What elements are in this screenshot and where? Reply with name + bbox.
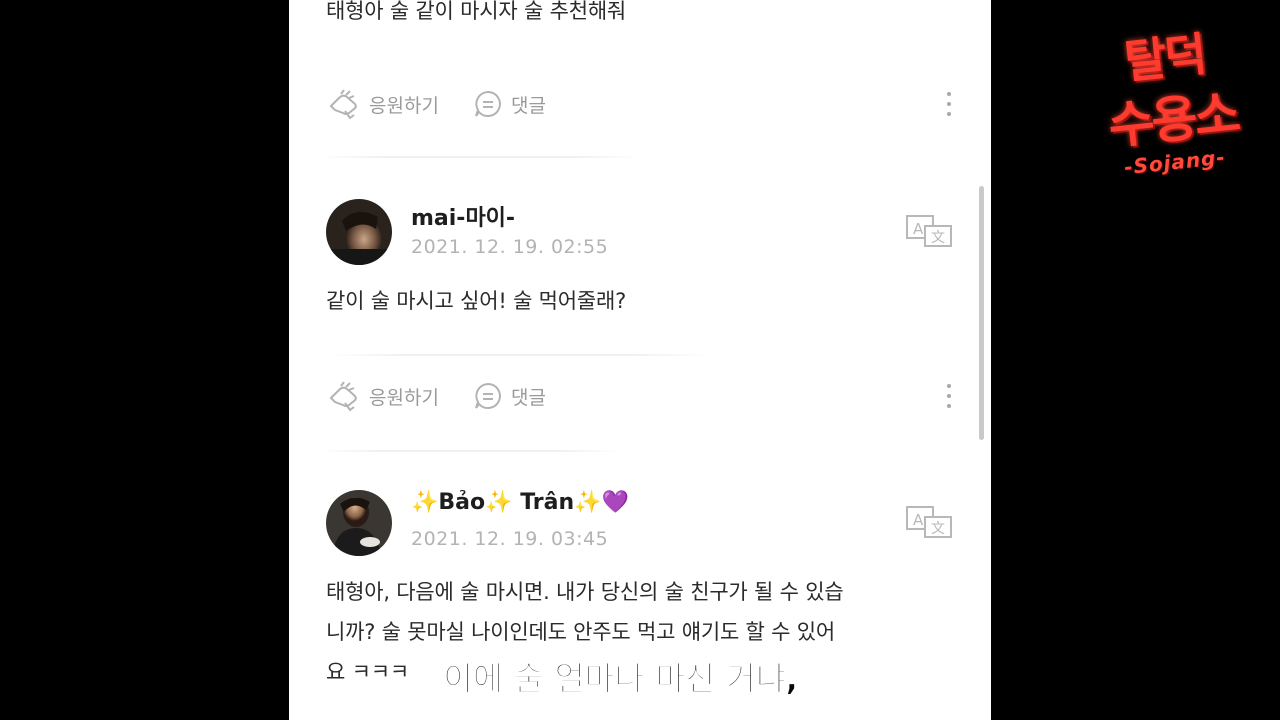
purple-heart-icon: 💜 [601,490,629,515]
cheer-label: 응원하기 [369,386,439,409]
timestamp: 2021. 12. 19. 03:45 [411,528,609,550]
comment-actions: 응원하기 댓글 [327,84,957,124]
svg-text:A: A [913,511,924,529]
sparkles-icon: ✨ [574,490,602,515]
comment-button[interactable]: 댓글 [473,376,546,416]
comment-text-line: 니까? 술 못마실 나이인데도 안주도 먹고 얘기도 할 수 있어 [326,620,835,644]
avatar[interactable] [326,490,392,556]
cheer-icon [329,381,357,412]
translate-button[interactable]: A 文 [905,505,953,539]
scrollbar[interactable] [979,186,984,440]
timestamp: 2021. 12. 19. 02:55 [411,236,609,258]
more-options-icon[interactable] [941,90,957,118]
comment-feed: 태형아 술 같이 마시자 술 추천해줘 응원하기 댓글 mai-마이- 2021… [289,0,991,720]
sparkles-icon: ✨ [411,490,439,515]
video-subtitle: 이에 술 얼마나 마신 거냐, [443,659,799,699]
author-name[interactable]: mai-마이- [411,200,515,232]
author-name-part: Bảo [438,490,486,515]
comment-label: 댓글 [511,94,546,117]
comment-button[interactable]: 댓글 [473,84,546,124]
author-name[interactable]: ✨Bảo✨ Trân✨💜 [411,490,629,515]
comment-text: 태형아 술 같이 마시자 술 추천해줘 [326,0,627,23]
comment-label: 댓글 [511,386,546,409]
translate-icon: A 文 [906,215,952,247]
cheer-button[interactable]: 응원하기 [327,84,439,124]
comment-bubble-icon [475,382,501,409]
svg-text:文: 文 [931,521,945,537]
svg-text:文: 文 [931,230,945,246]
divider [319,156,639,158]
translate-button[interactable]: A 文 [905,214,953,248]
cheer-button[interactable]: 응원하기 [327,376,439,416]
cheer-icon [329,89,357,120]
comment-text-line: 요 ㅋㅋㅋ [326,660,409,684]
svg-text:A: A [913,220,924,238]
divider [329,354,709,356]
author-name-part: Trân [520,490,575,515]
comment-text: 같이 술 마시고 싶어! 술 먹어줄래? [326,289,627,313]
comment-bubble-icon [475,90,501,117]
divider [319,450,619,452]
comment-text-line: 태형아, 다음에 술 마시면. 내가 당신의 술 친구가 될 수 있습 [326,580,844,604]
avatar[interactable] [326,199,392,265]
avatar-photo [326,199,392,265]
sparkles-icon: ✨ [485,490,513,515]
more-options-icon[interactable] [941,382,957,410]
avatar-photo [326,490,392,556]
translate-icon: A 文 [906,506,952,538]
comment-actions: 응원하기 댓글 [327,376,957,416]
cheer-label: 응원하기 [369,94,439,117]
channel-logo: 탈덕 수용소 -Sojang- [1100,22,1260,182]
